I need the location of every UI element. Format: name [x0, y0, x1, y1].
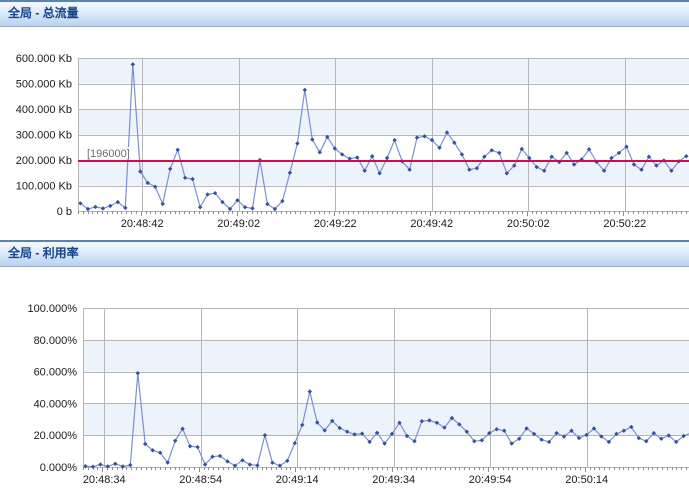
svg-text:20:49:14: 20:49:14: [276, 474, 319, 486]
svg-text:20:50:14: 20:50:14: [565, 474, 608, 486]
svg-text:20:48:54: 20:48:54: [179, 474, 222, 486]
panel-title-traffic: 全局 - 总流量: [8, 6, 79, 20]
utilization-chart: 100.000% 80.000% 60.000% 40.000% 20.000% 0.00…: [27, 303, 689, 486]
total-traffic-x-tick-labels: 20:48:42 20:49:02 20:49:22 20:49:42 20:50:02…: [121, 218, 646, 230]
total-traffic-series-line: [80, 63, 687, 210]
svg-text:20:49:54: 20:49:54: [469, 474, 512, 486]
svg-text:20:49:22: 20:49:22: [314, 218, 357, 230]
monitoring-page: 全局 - 总流量 [196000] 600.000 Kb 500.000 Kb 400…: [0, 0, 689, 497]
panel-header-traffic: 全局 - 总流量: [0, 0, 689, 27]
svg-text:20.000%: 20.000%: [34, 430, 78, 442]
svg-text:20:48:42: 20:48:42: [121, 218, 164, 230]
svg-text:200.000 Kb: 200.000 Kb: [16, 155, 72, 167]
svg-text:300.000 Kb: 300.000 Kb: [16, 130, 72, 142]
svg-text:100.000%: 100.000%: [27, 303, 77, 315]
svg-text:20:50:22: 20:50:22: [603, 218, 646, 230]
total-traffic-y-tick-labels: 600.000 Kb 500.000 Kb 400.000 Kb 300.000 Kb…: [16, 53, 72, 218]
traffic-chart: [196000] 600.000 Kb 500.000 Kb 400.000 Kb 30…: [16, 53, 689, 230]
svg-text:100.000 Kb: 100.000 Kb: [16, 181, 72, 193]
svg-text:60.000%: 60.000%: [34, 367, 78, 379]
svg-text:20:49:34: 20:49:34: [372, 474, 415, 486]
svg-text:20:49:02: 20:49:02: [217, 218, 260, 230]
utilization-x-tick-labels: 20:48:34 20:48:54 20:49:14 20:49:34 20:49:54…: [83, 474, 608, 486]
svg-text:20:49:42: 20:49:42: [410, 218, 453, 230]
svg-text:0 b: 0 b: [57, 206, 72, 218]
panel-title-utilization: 全局 - 利用率: [8, 246, 79, 260]
svg-text:0.000%: 0.000%: [40, 462, 78, 474]
total-traffic-threshold-label: [196000]: [87, 148, 130, 160]
panel-header-utilization: 全局 - 利用率: [0, 240, 689, 267]
utilization-y-tick-labels: 100.000% 80.000% 60.000% 40.000% 20.000% 0.00…: [27, 303, 77, 474]
svg-text:40.000%: 40.000%: [34, 398, 78, 410]
svg-text:20:50:02: 20:50:02: [507, 218, 550, 230]
svg-text:400.000 Kb: 400.000 Kb: [16, 104, 72, 116]
svg-text:500.000 Kb: 500.000 Kb: [16, 79, 72, 91]
svg-text:80.000%: 80.000%: [34, 335, 78, 347]
utilization-bands: [83, 339, 689, 436]
svg-text:20:48:34: 20:48:34: [83, 474, 126, 486]
svg-text:600.000 Kb: 600.000 Kb: [16, 53, 72, 65]
